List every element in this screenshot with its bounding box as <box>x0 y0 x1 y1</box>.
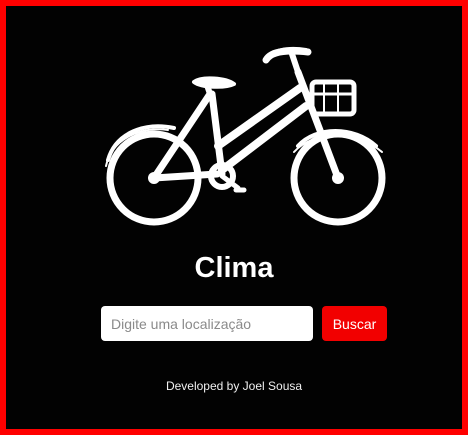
app-frame: Clima Buscar Developed by Joel Sousa <box>0 0 468 435</box>
location-search-input[interactable] <box>101 306 313 341</box>
page-title: Clima <box>194 252 274 284</box>
bicycle-icon <box>105 46 386 226</box>
footer-credit: Developed by Joel Sousa <box>165 379 303 393</box>
search-button[interactable]: Buscar <box>322 306 387 341</box>
